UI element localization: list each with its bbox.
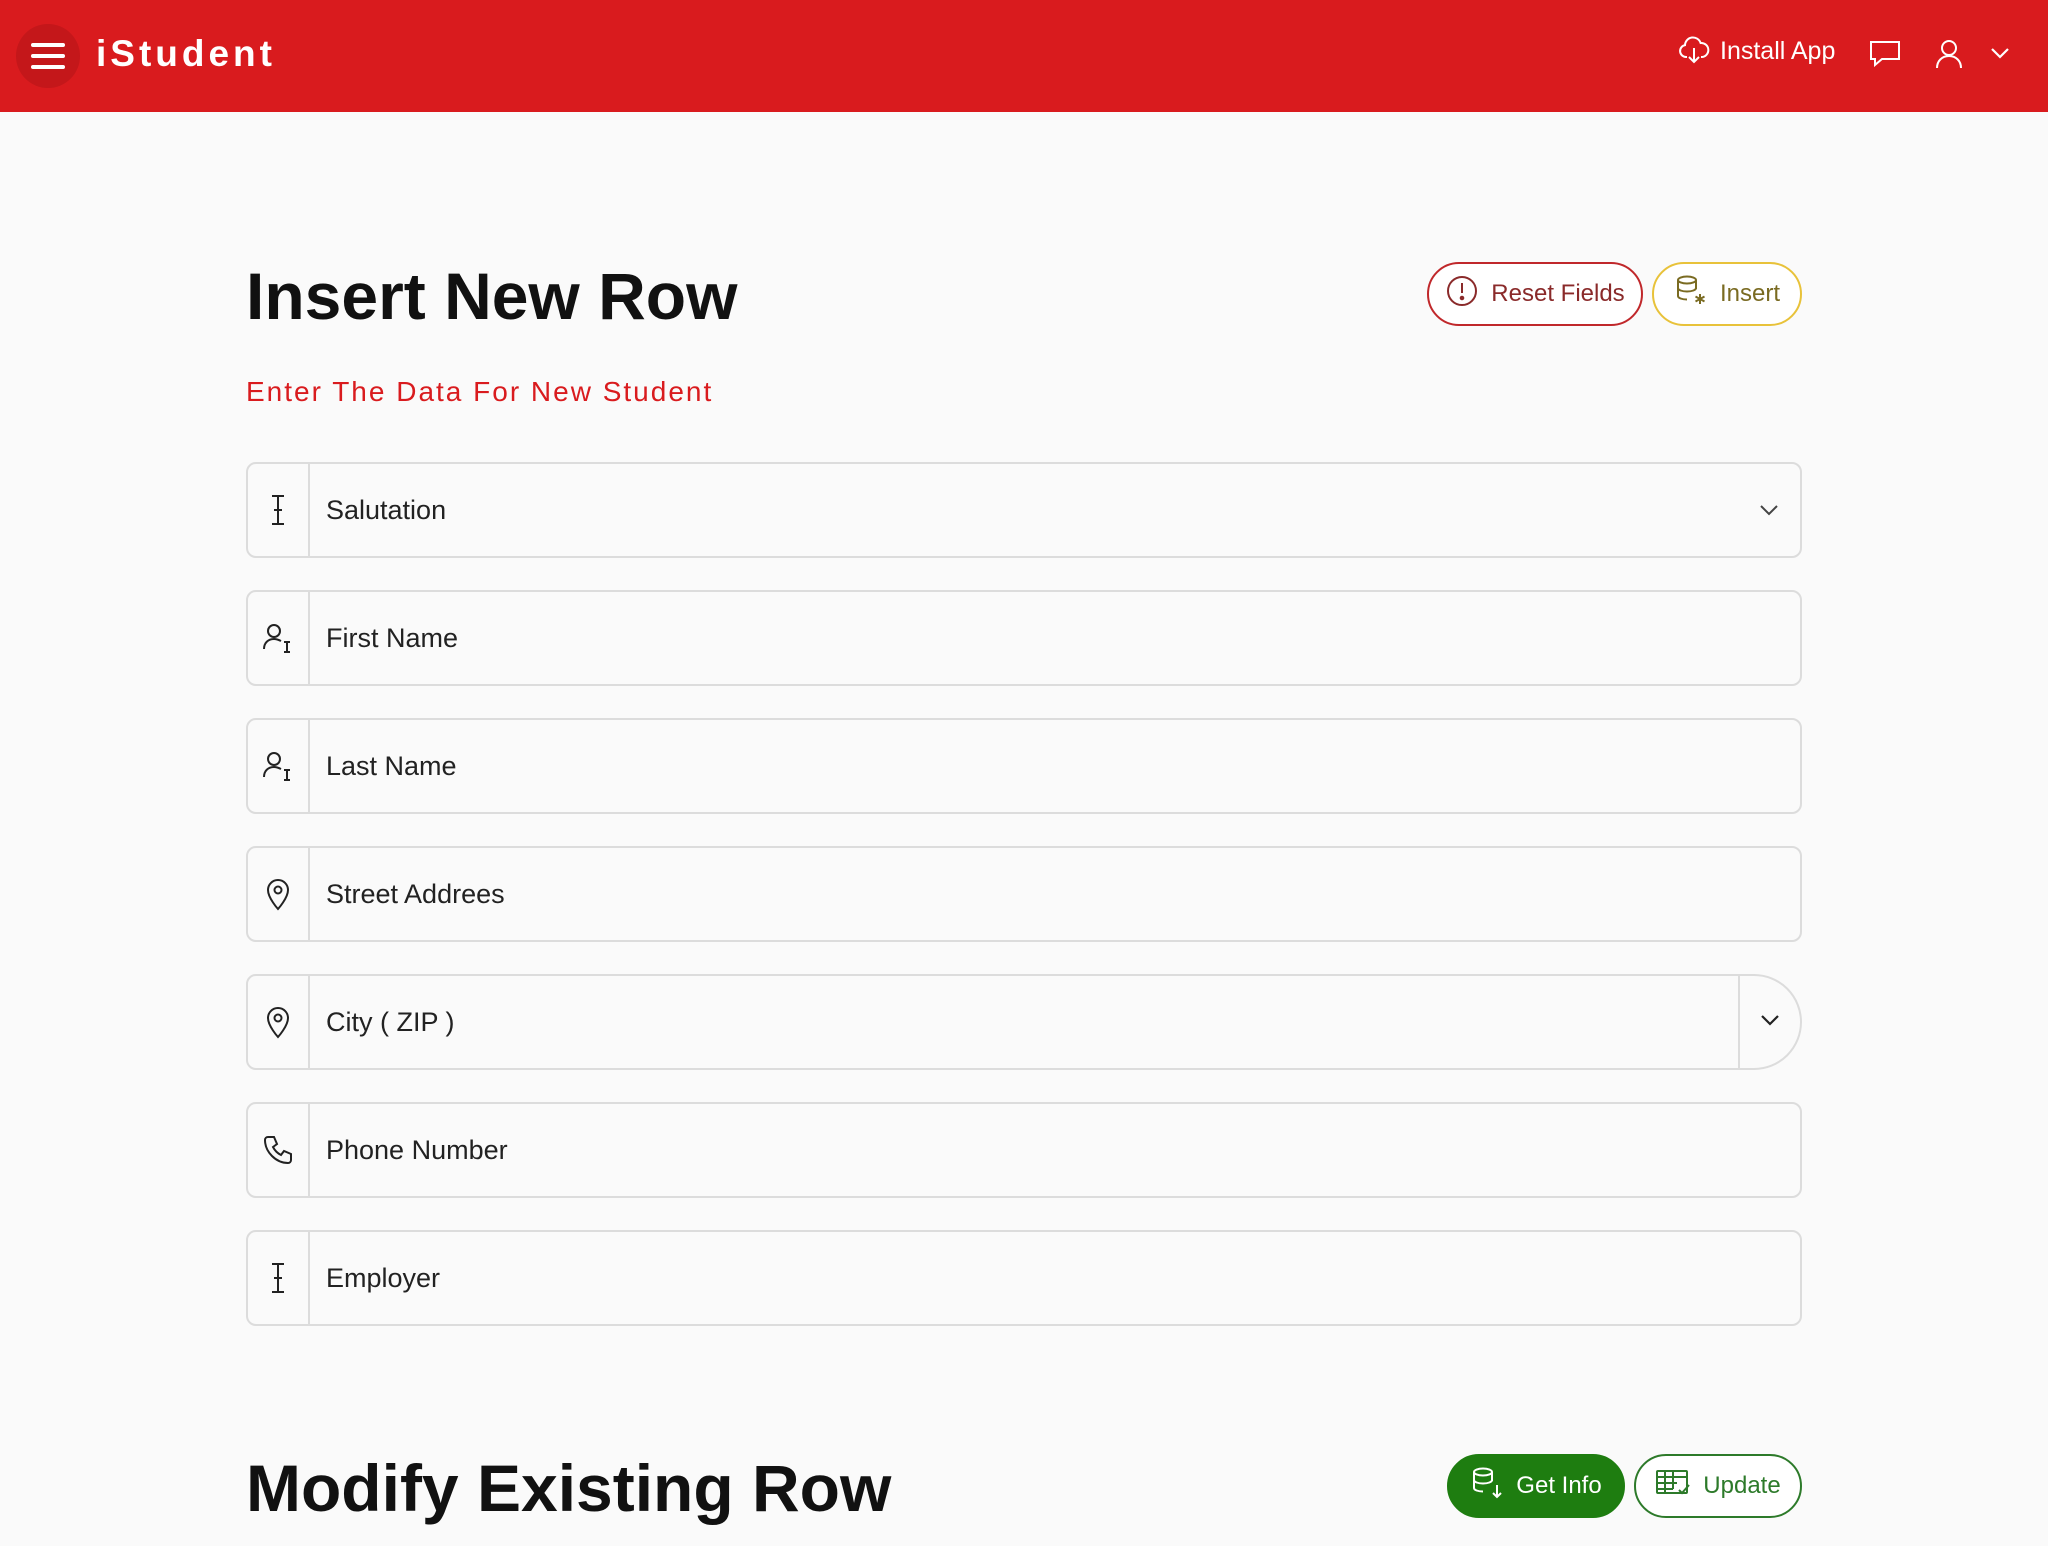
text-cursor-icon — [248, 464, 310, 556]
city-zip-field[interactable] — [310, 976, 1738, 1068]
insert-label: Insert — [1719, 280, 1781, 307]
user-icon — [1934, 38, 1964, 70]
app-title[interactable]: iStudent — [96, 33, 276, 75]
employer-field-wrapper — [246, 1230, 1802, 1326]
user-text-icon — [248, 592, 310, 684]
phone-number-field[interactable] — [310, 1104, 1800, 1196]
phone-field-wrapper — [246, 1102, 1802, 1198]
user-menu-dropdown[interactable] — [1990, 46, 2010, 60]
insert-section-subtitle: Enter The Data For New Student — [246, 376, 714, 407]
chevron-down-icon — [1759, 1013, 1781, 1032]
text-cursor-icon — [248, 1232, 310, 1324]
first-name-field[interactable] — [310, 592, 1800, 684]
cloud-download-icon — [1678, 36, 1710, 66]
menu-icon-line — [31, 65, 65, 69]
street-address-field[interactable] — [310, 848, 1800, 940]
chevron-down-icon[interactable] — [1738, 464, 1800, 556]
chat-button[interactable] — [1868, 38, 1902, 68]
city-zip-select[interactable] — [246, 974, 1802, 1070]
update-label: Update — [1703, 1472, 1781, 1499]
chat-bubble-icon — [1868, 38, 1902, 68]
reset-fields-label: Reset Fields — [1491, 280, 1625, 307]
install-app-button[interactable]: Install App — [1678, 36, 1835, 66]
employer-field[interactable] — [310, 1232, 1800, 1324]
reset-fields-button[interactable]: Reset Fields — [1427, 262, 1643, 326]
get-info-button[interactable]: Get Info — [1447, 1454, 1625, 1518]
hamburger-menu-button[interactable] — [16, 24, 80, 88]
chevron-down-icon — [1990, 46, 2010, 60]
user-text-icon — [248, 720, 310, 812]
phone-icon — [248, 1104, 310, 1196]
salutation-select[interactable] — [246, 462, 1802, 558]
install-app-label: Install App — [1720, 36, 1836, 65]
table-edit-icon — [1655, 1468, 1691, 1505]
insert-section-title: Insert New Row — [246, 259, 738, 333]
street-address-field-wrapper — [246, 846, 1802, 942]
last-name-field-wrapper — [246, 718, 1802, 814]
alert-circle-icon — [1445, 274, 1479, 315]
modify-section-title: Modify Existing Row — [246, 1451, 892, 1525]
menu-icon-line — [31, 54, 65, 58]
top-navigation-bar: iStudent Install App — [0, 0, 2048, 112]
last-name-field[interactable] — [310, 720, 1800, 812]
database-insert-icon — [1674, 274, 1708, 315]
update-button[interactable]: Update — [1634, 1454, 1802, 1518]
database-download-icon — [1470, 1466, 1504, 1507]
first-name-field-wrapper — [246, 590, 1802, 686]
map-pin-icon — [248, 848, 310, 940]
salutation-field[interactable] — [310, 464, 1738, 556]
menu-icon-line — [31, 43, 65, 47]
insert-button[interactable]: Insert — [1652, 262, 1802, 326]
map-pin-icon — [248, 976, 310, 1068]
user-account-button[interactable] — [1934, 38, 1964, 70]
city-dropdown-toggle[interactable] — [1738, 976, 1800, 1068]
get-info-label: Get Info — [1516, 1472, 1602, 1499]
